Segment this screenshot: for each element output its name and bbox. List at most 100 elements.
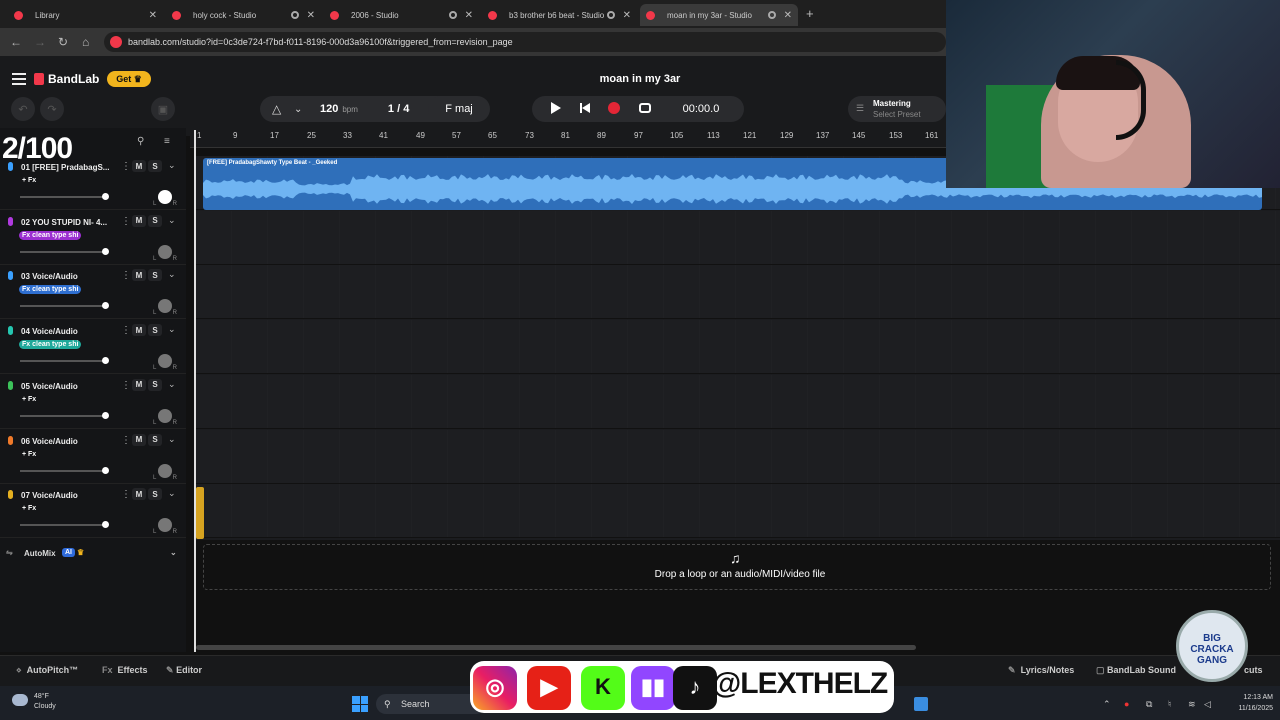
loop-icon[interactable]: [639, 103, 651, 113]
wifi-icon[interactable]: ≋: [1188, 699, 1196, 710]
volume-slider-handle[interactable]: [102, 411, 109, 419]
solo-button[interactable]: S: [148, 214, 162, 227]
chevron-down-icon[interactable]: ⌄: [294, 104, 302, 115]
rewind-icon[interactable]: [580, 103, 590, 113]
mastering-button[interactable]: ☰ Mastering Select Preset: [848, 96, 946, 122]
track-name[interactable]: 07 Voice/Audio: [21, 491, 113, 500]
solo-button[interactable]: S: [148, 378, 162, 391]
more-options-icon[interactable]: ⋮: [121, 325, 131, 336]
mute-button[interactable]: M: [132, 269, 146, 282]
reload-icon[interactable]: ↻: [58, 35, 68, 49]
weather-widget[interactable]: 48°F Cloudy: [34, 692, 56, 712]
close-tab-icon[interactable]: ✕: [623, 10, 631, 21]
mute-button[interactable]: M: [132, 488, 146, 501]
solo-button[interactable]: S: [148, 488, 162, 501]
audio-clip[interactable]: [196, 487, 204, 539]
volume-slider-handle[interactable]: [102, 357, 109, 365]
chevron-down-icon[interactable]: ⌄: [170, 548, 177, 557]
volume-slider[interactable]: [20, 360, 106, 363]
more-options-icon[interactable]: ⋮: [121, 380, 131, 391]
home-icon[interactable]: ⌂: [82, 35, 89, 49]
volume-icon[interactable]: ◁: [1204, 699, 1211, 710]
chevron-down-icon[interactable]: ⌄: [168, 379, 176, 390]
url-input[interactable]: bandlab.com/studio?id=0c3de724-f7bd-f011…: [104, 32, 946, 52]
mute-button[interactable]: M: [132, 214, 146, 227]
track-name[interactable]: 02 YOU STUPID NI- 4...: [21, 218, 113, 227]
volume-slider[interactable]: [20, 469, 106, 472]
tab-library[interactable]: Library ✕: [8, 4, 163, 26]
taskbar-clock[interactable]: 12:13 AM 11/16/2025: [1225, 692, 1273, 714]
save-icon[interactable]: ▣: [151, 97, 175, 121]
more-options-icon[interactable]: ⋮: [121, 270, 131, 281]
chevron-up-icon[interactable]: ⌃: [1103, 699, 1111, 710]
metronome-icon[interactable]: △: [272, 102, 281, 116]
key-selector[interactable]: F maj: [428, 96, 490, 122]
track-lane[interactable]: [196, 429, 1280, 484]
fx-button[interactable]: Fx clean type shi: [19, 285, 82, 295]
close-tab-icon[interactable]: ✕: [465, 10, 473, 21]
undo-icon[interactable]: ↶: [11, 97, 35, 121]
track-header[interactable]: 02 YOU STUPID NI- 4... ⋮ M S ⌄ Fx clean type …: [0, 211, 186, 265]
record-icon[interactable]: [608, 102, 620, 114]
fx-button[interactable]: Fx clean type shi: [19, 340, 82, 350]
volume-slider[interactable]: [20, 250, 106, 253]
network-icon[interactable]: ⧉: [1146, 699, 1152, 710]
tab-2006[interactable]: 2006 - Studio ✕: [324, 4, 479, 26]
lyrics-notes-button[interactable]: ✎ Lyrics/Notes: [1008, 665, 1074, 676]
chevron-down-icon[interactable]: ⌄: [168, 215, 176, 226]
close-tab-icon[interactable]: ✕: [149, 10, 157, 21]
tab-moan-in-my-3ar[interactable]: moan in my 3ar - Studio ✕: [640, 4, 798, 26]
more-options-icon[interactable]: ⋮: [121, 489, 131, 500]
editor-button[interactable]: ✎ Editor: [166, 665, 202, 676]
mic-permission-icon[interactable]: [110, 36, 122, 48]
close-tab-icon[interactable]: ✕: [307, 10, 315, 21]
chevron-down-icon[interactable]: ⌄: [168, 488, 176, 499]
wand-icon[interactable]: ⚲: [137, 136, 144, 147]
track-lane[interactable]: [196, 374, 1280, 429]
volume-slider[interactable]: [20, 305, 106, 308]
redo-icon[interactable]: ↷: [40, 97, 64, 121]
track-header[interactable]: 04 Voice/Audio ⋮ M S ⌄ Fx clean type shi L R: [0, 320, 186, 375]
filter-icon[interactable]: ≡: [164, 136, 170, 147]
volume-slider[interactable]: [20, 524, 106, 527]
more-options-icon[interactable]: ⋮: [121, 161, 131, 172]
track-lane[interactable]: [196, 484, 1280, 539]
solo-button[interactable]: S: [148, 269, 162, 282]
track-lane[interactable]: [196, 320, 1280, 375]
automix-row[interactable]: ⇋ AutoMix AI ♛ ⌄: [0, 545, 186, 563]
track-header[interactable]: 07 Voice/Audio ⋮ M S ⌄ + Fx L R: [0, 484, 186, 539]
autopitch-button[interactable]: ⋄ AutoPitch™: [16, 665, 78, 676]
play-icon[interactable]: [551, 102, 561, 114]
project-title[interactable]: moan in my 3ar: [540, 73, 740, 85]
solo-button[interactable]: S: [148, 433, 162, 446]
fx-button[interactable]: + Fx: [19, 395, 39, 404]
track-header[interactable]: 03 Voice/Audio ⋮ M S ⌄ Fx clean type shi L R: [0, 265, 186, 320]
horizontal-scrollbar[interactable]: [196, 645, 916, 650]
back-icon[interactable]: ←: [10, 35, 22, 49]
track-header[interactable]: 06 Voice/Audio ⋮ M S ⌄ + Fx L R: [0, 430, 186, 484]
volume-slider[interactable]: [20, 414, 106, 417]
record-tray-icon[interactable]: ●: [1124, 699, 1129, 709]
mute-button[interactable]: M: [132, 160, 146, 172]
track-lane[interactable]: [196, 265, 1280, 320]
windows-start-icon[interactable]: [352, 696, 368, 712]
more-options-icon[interactable]: ⋮: [121, 435, 131, 446]
time-signature[interactable]: 1 / 4: [388, 103, 409, 115]
track-name[interactable]: 06 Voice/Audio: [21, 437, 113, 446]
fx-button[interactable]: + Fx: [19, 450, 39, 459]
track-name[interactable]: 03 Voice/Audio: [21, 272, 113, 281]
effects-button[interactable]: Fx Effects: [102, 665, 148, 675]
mute-button[interactable]: M: [132, 433, 146, 446]
playhead[interactable]: [194, 130, 196, 652]
track-header[interactable]: 05 Voice/Audio ⋮ M S ⌄ + Fx L R: [0, 375, 186, 429]
chevron-down-icon[interactable]: ⌄: [168, 160, 176, 171]
track-name[interactable]: 04 Voice/Audio: [21, 327, 113, 336]
fx-button[interactable]: + Fx: [19, 176, 39, 185]
mic-icon[interactable]: ♮: [1168, 699, 1171, 710]
solo-button[interactable]: S: [148, 324, 162, 337]
tab-holy-cock[interactable]: holy cock - Studio ✕: [166, 4, 321, 26]
cloud-icon[interactable]: [12, 694, 28, 706]
chevron-down-icon[interactable]: ⌄: [168, 434, 176, 445]
volume-slider-handle[interactable]: [102, 193, 109, 200]
shortcuts-button[interactable]: cuts: [1244, 665, 1263, 675]
